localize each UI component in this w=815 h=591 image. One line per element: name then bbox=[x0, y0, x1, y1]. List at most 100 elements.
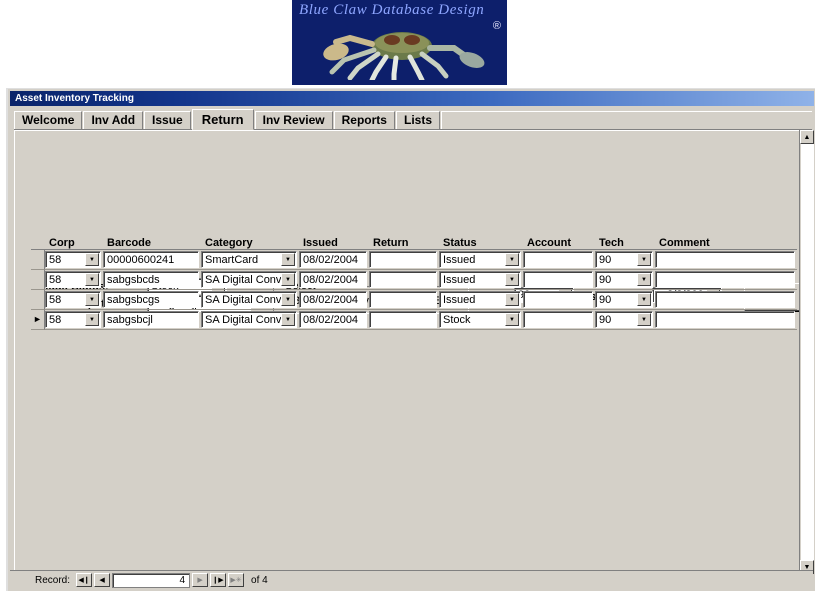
cell-issued-value: 08/02/2004 bbox=[303, 293, 359, 306]
chevron-down-icon[interactable]: ▼ bbox=[281, 313, 295, 326]
column-header-category[interactable]: Category bbox=[201, 237, 299, 249]
cell-category-value: SA Digital Conve bbox=[205, 313, 288, 326]
column-header-account[interactable]: Account bbox=[523, 237, 595, 249]
chevron-down-icon[interactable]: ▼ bbox=[637, 313, 651, 326]
row-selector[interactable] bbox=[31, 249, 45, 270]
row-selector-current[interactable]: ► bbox=[31, 309, 45, 330]
cell-issued-value: 08/02/2004 bbox=[303, 313, 359, 326]
cell-barcode-value: sabgsbcgs bbox=[107, 293, 160, 306]
scrollbar-track[interactable] bbox=[800, 144, 814, 560]
cell-account[interactable] bbox=[523, 311, 593, 328]
row-selector[interactable] bbox=[31, 289, 45, 310]
cell-status-value: Issued bbox=[443, 253, 476, 266]
cell-barcode[interactable]: sabgsbcgs bbox=[103, 291, 199, 308]
cell-tech[interactable]: 90 ▼ bbox=[595, 251, 653, 268]
application-window: Asset Inventory Tracking Welcome Inv Add… bbox=[6, 88, 815, 591]
cell-issued[interactable]: 08/02/2004 bbox=[299, 291, 367, 308]
table-row[interactable]: 58 ▼ sabgsbcds SA Digital Conve ▼ 08/02/… bbox=[31, 269, 797, 290]
column-header-status[interactable]: Status bbox=[439, 237, 523, 249]
cell-return[interactable] bbox=[369, 311, 437, 328]
cell-account[interactable] bbox=[523, 251, 593, 268]
column-header-return[interactable]: Return bbox=[369, 237, 439, 249]
cell-corp[interactable]: 58 ▼ bbox=[45, 251, 101, 268]
column-header-comment[interactable]: Comment bbox=[655, 237, 797, 249]
cell-corp-value: 58 bbox=[49, 273, 62, 286]
table-row[interactable]: 58 ▼ sabgsbcgs SA Digital Conve ▼ 08/02/… bbox=[31, 289, 797, 310]
tab-inv-review[interactable]: Inv Review bbox=[254, 111, 333, 129]
cell-barcode[interactable]: sabgsbcjl bbox=[103, 311, 199, 328]
chevron-down-icon[interactable]: ▼ bbox=[85, 313, 99, 326]
cell-tech-value: 90 bbox=[599, 253, 612, 266]
chevron-down-icon[interactable]: ▼ bbox=[637, 293, 651, 306]
registered-trademark-icon: ® bbox=[492, 20, 501, 32]
cell-account[interactable] bbox=[523, 291, 593, 308]
cell-status[interactable]: Issued ▼ bbox=[439, 251, 521, 268]
chevron-down-icon[interactable]: ▼ bbox=[85, 253, 99, 266]
current-record-input[interactable]: 4 bbox=[112, 572, 191, 588]
new-record-button[interactable]: ▶✳ bbox=[228, 573, 245, 587]
cell-category[interactable]: SA Digital Conve ▼ bbox=[201, 291, 297, 308]
cell-corp[interactable]: 58 ▼ bbox=[45, 271, 101, 288]
cell-return[interactable] bbox=[369, 271, 437, 288]
tab-inv-add[interactable]: Inv Add bbox=[83, 111, 144, 129]
cell-comment[interactable] bbox=[655, 291, 795, 308]
window-title: Asset Inventory Tracking bbox=[15, 93, 134, 104]
cell-barcode[interactable]: sabgsbcds bbox=[103, 271, 199, 288]
chevron-down-icon[interactable]: ▼ bbox=[85, 293, 99, 306]
column-header-barcode[interactable]: Barcode bbox=[103, 237, 201, 249]
tab-strip-filler bbox=[441, 111, 812, 129]
column-header-issued[interactable]: Issued bbox=[299, 237, 369, 249]
cell-category[interactable]: SA Digital Conve ▼ bbox=[201, 311, 297, 328]
tab-lists[interactable]: Lists bbox=[395, 111, 440, 129]
row-selector[interactable] bbox=[31, 269, 45, 290]
cell-status[interactable]: Issued ▼ bbox=[439, 291, 521, 308]
chevron-down-icon[interactable]: ▼ bbox=[637, 253, 651, 266]
previous-record-button[interactable]: ◀ bbox=[94, 573, 111, 587]
cell-issued[interactable]: 08/02/2004 bbox=[299, 311, 367, 328]
column-header-tech[interactable]: Tech bbox=[595, 237, 655, 249]
chevron-down-icon[interactable]: ▼ bbox=[281, 273, 295, 286]
cell-comment[interactable] bbox=[655, 311, 795, 328]
cell-status[interactable]: Stock ▼ bbox=[439, 311, 521, 328]
column-header-corp[interactable]: Corp bbox=[45, 237, 103, 249]
table-row[interactable]: ► 58 ▼ sabgsbcjl SA Digital Conve ▼ 08/0… bbox=[31, 309, 797, 330]
cell-status-value: Stock bbox=[443, 313, 471, 326]
tab-issue[interactable]: Issue bbox=[144, 111, 191, 129]
chevron-down-icon[interactable]: ▼ bbox=[505, 253, 519, 266]
cell-return[interactable] bbox=[369, 291, 437, 308]
tab-return[interactable]: Return bbox=[191, 109, 254, 130]
cell-tech-value: 90 bbox=[599, 273, 612, 286]
chevron-down-icon[interactable]: ▼ bbox=[505, 293, 519, 306]
cell-category[interactable]: SA Digital Conve ▼ bbox=[201, 271, 297, 288]
cell-account[interactable] bbox=[523, 271, 593, 288]
cell-corp[interactable]: 58 ▼ bbox=[45, 311, 101, 328]
cell-issued[interactable]: 08/02/2004 bbox=[299, 251, 367, 268]
cell-return[interactable] bbox=[369, 251, 437, 268]
chevron-down-icon[interactable]: ▼ bbox=[637, 273, 651, 286]
last-record-button[interactable]: ❙▶ bbox=[210, 573, 227, 587]
tab-reports[interactable]: Reports bbox=[333, 111, 395, 129]
scroll-up-icon[interactable]: ▲ bbox=[800, 130, 814, 144]
chevron-down-icon[interactable]: ▼ bbox=[281, 253, 295, 266]
cell-corp-value: 58 bbox=[49, 313, 62, 326]
form-vertical-scrollbar[interactable]: ▲ ▼ bbox=[799, 130, 814, 574]
cell-issued[interactable]: 08/02/2004 bbox=[299, 271, 367, 288]
cell-barcode[interactable]: 00000600241 bbox=[103, 251, 199, 268]
cell-status[interactable]: Issued ▼ bbox=[439, 271, 521, 288]
cell-corp[interactable]: 58 ▼ bbox=[45, 291, 101, 308]
next-record-button[interactable]: ▶ bbox=[192, 573, 209, 587]
cell-category[interactable]: SmartCard ▼ bbox=[201, 251, 297, 268]
cell-comment[interactable] bbox=[655, 251, 795, 268]
chevron-down-icon[interactable]: ▼ bbox=[281, 293, 295, 306]
first-record-button[interactable]: ◀❙ bbox=[76, 573, 93, 587]
cell-tech[interactable]: 90 ▼ bbox=[595, 311, 653, 328]
table-row[interactable]: 58 ▼ 00000600241 SmartCard ▼ 08/02/2004 bbox=[31, 249, 797, 270]
chevron-down-icon[interactable]: ▼ bbox=[505, 273, 519, 286]
chevron-down-icon[interactable]: ▼ bbox=[505, 313, 519, 326]
cell-tech[interactable]: 90 ▼ bbox=[595, 271, 653, 288]
chevron-down-icon[interactable]: ▼ bbox=[85, 273, 99, 286]
cell-tech[interactable]: 90 ▼ bbox=[595, 291, 653, 308]
cell-comment[interactable] bbox=[655, 271, 795, 288]
record-label: Record: bbox=[35, 574, 71, 586]
tab-welcome[interactable]: Welcome bbox=[14, 111, 83, 129]
